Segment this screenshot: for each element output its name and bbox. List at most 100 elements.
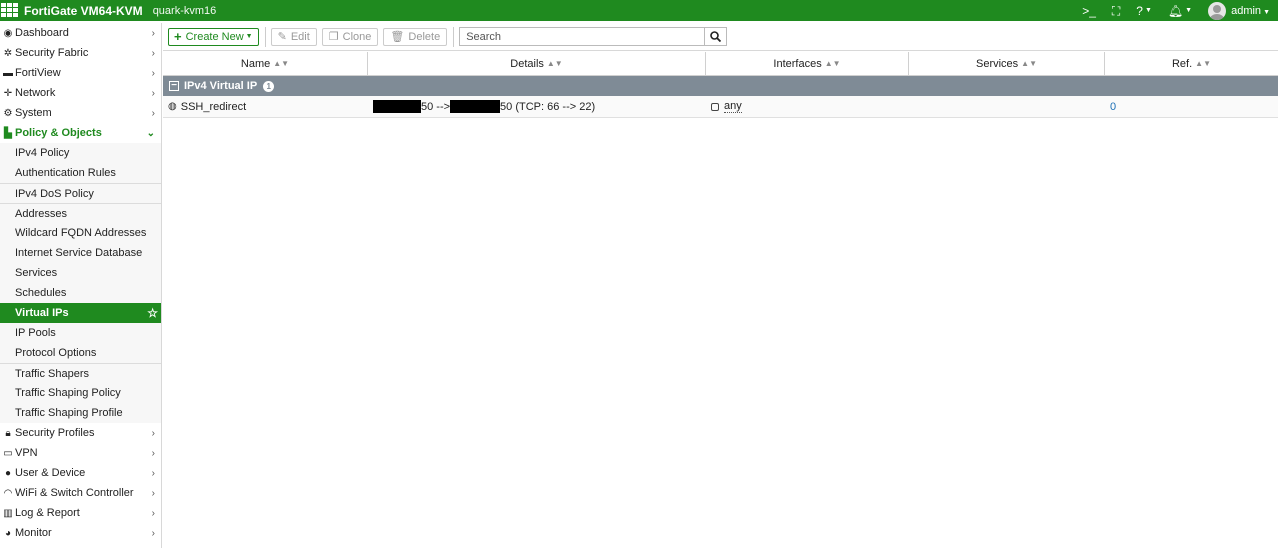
sidebar-subitem-internet-service-db[interactable]: Internet Service Database bbox=[0, 243, 161, 263]
sidebar-subitem-wildcard-fqdn[interactable]: Wildcard FQDN Addresses bbox=[0, 223, 161, 243]
group-header-ipv4-vip[interactable]: − IPv4 Virtual IP 1 bbox=[163, 76, 1278, 96]
create-new-button[interactable]: + Create New ▼ bbox=[168, 27, 259, 46]
sidebar-subitem-ip-pools[interactable]: IP Pools bbox=[0, 323, 161, 343]
collapse-icon[interactable]: − bbox=[169, 81, 179, 91]
sidebar-subitem-traffic-shapers[interactable]: Traffic Shapers bbox=[0, 363, 161, 383]
chevron-right-icon: › bbox=[151, 27, 155, 39]
policy-icon: ▙ bbox=[4, 127, 12, 139]
cell-ref: 0 bbox=[1105, 96, 1278, 117]
sidebar-item-fortiview[interactable]: ▬ FortiView › bbox=[0, 63, 161, 83]
avatar[interactable] bbox=[1208, 1, 1227, 20]
column-header-ref[interactable]: Ref. ▲▼ bbox=[1105, 52, 1278, 75]
sidebar-subitem-protocol-options[interactable]: Protocol Options bbox=[0, 343, 161, 363]
sort-icon: ▲▼ bbox=[546, 59, 563, 68]
cell-details: 50 --> 50 (TCP: 66 --> 22) bbox=[368, 96, 706, 117]
sidebar-subitem-label: Traffic Shaping Profile bbox=[15, 407, 123, 419]
plus-icon: + bbox=[174, 29, 182, 44]
bell-icon[interactable]: 🔔︎ ▼ bbox=[1168, 5, 1192, 17]
sidebar-subitem-services[interactable]: Services bbox=[0, 263, 161, 283]
sidebar-item-label: FortiView bbox=[15, 67, 61, 79]
clone-button[interactable]: ❐ Clone bbox=[321, 27, 379, 46]
sidebar-subitem-label: Wildcard FQDN Addresses bbox=[15, 227, 147, 239]
search-box bbox=[459, 27, 728, 46]
chevron-right-icon: › bbox=[151, 467, 155, 479]
sidebar-item-dashboard[interactable]: ◉ Dashboard › bbox=[0, 23, 161, 43]
sidebar-subitem-label: Virtual IPs bbox=[15, 307, 69, 319]
sidebar-subitem-schedules[interactable]: Schedules bbox=[0, 283, 161, 303]
sidebar-item-label: Security Fabric bbox=[15, 47, 89, 59]
network-icon: ✛ bbox=[3, 87, 13, 99]
toolbar-divider bbox=[453, 26, 455, 47]
edit-button[interactable]: ✎ Edit bbox=[270, 27, 317, 46]
sidebar-item-user-device[interactable]: ● User & Device › bbox=[0, 463, 161, 483]
sidebar-subitem-addresses[interactable]: Addresses bbox=[0, 203, 161, 223]
sidebar-subitem-traffic-shaping-profile[interactable]: Traffic Shaping Profile bbox=[0, 403, 161, 423]
sidebar-subitem-label: Services bbox=[15, 267, 58, 279]
virtual-ip-table: Name ▲▼ Details ▲▼ Interfaces ▲▼ Services ▲▼… bbox=[163, 52, 1278, 118]
column-header-services[interactable]: Services ▲▼ bbox=[909, 52, 1105, 75]
fortinet-logo-icon bbox=[0, 2, 20, 19]
table-header: Name ▲▼ Details ▲▼ Interfaces ▲▼ Services ▲▼… bbox=[163, 52, 1278, 76]
sidebar-item-label: System bbox=[15, 107, 52, 119]
sidebar-subitem-authentication-rules[interactable]: Authentication Rules bbox=[0, 163, 161, 183]
star-icon[interactable]: ☆ bbox=[147, 306, 158, 320]
chevron-right-icon: › bbox=[151, 47, 155, 59]
sidebar-subitem-label: Traffic Shaping Policy bbox=[15, 387, 121, 399]
cli-icon[interactable]: >_ bbox=[1082, 5, 1096, 17]
gear-icon: ⚙ bbox=[3, 107, 13, 119]
sidebar-item-label: WiFi & Switch Controller bbox=[15, 487, 134, 499]
chevron-down-icon: ⌄ bbox=[146, 127, 155, 139]
vip-icon: ◍ bbox=[168, 101, 177, 112]
sidebar-subitem-label: Internet Service Database bbox=[15, 247, 143, 259]
interface-icon bbox=[711, 102, 719, 111]
column-header-interfaces[interactable]: Interfaces ▲▼ bbox=[706, 52, 909, 75]
delete-button[interactable]: 🗑︎ Delete bbox=[383, 27, 448, 46]
sidebar-item-label: Monitor bbox=[15, 527, 52, 539]
edit-label: Edit bbox=[290, 30, 310, 43]
sidebar-item-security-fabric[interactable]: ✲ Security Fabric › bbox=[0, 43, 161, 63]
sidebar-item-network[interactable]: ✛ Network › bbox=[0, 83, 161, 103]
sidebar-item-system[interactable]: ⚙ System › bbox=[0, 103, 161, 123]
sidebar-item-label: Dashboard bbox=[15, 27, 69, 39]
ref-count-link[interactable]: 0 bbox=[1110, 101, 1116, 113]
delete-label: Delete bbox=[408, 30, 441, 43]
cell-name: ◍ SSH_redirect bbox=[163, 96, 368, 117]
sort-icon: ▲▼ bbox=[1195, 59, 1212, 68]
chevron-right-icon: › bbox=[151, 507, 155, 519]
sidebar-subitem-virtual-ips[interactable]: Virtual IPs ☆ bbox=[0, 303, 161, 323]
sidebar-subitem-ipv4-dos-policy[interactable]: IPv4 DoS Policy bbox=[0, 183, 161, 203]
user-menu[interactable]: admin ▼ bbox=[1231, 5, 1270, 17]
sidebar-subitem-label: Addresses bbox=[15, 207, 67, 220]
sidebar-item-monitor[interactable]: ◕ Monitor › bbox=[0, 523, 161, 543]
redacted-ip bbox=[373, 100, 421, 113]
sidebar-subitem-label: Schedules bbox=[15, 287, 67, 299]
dashboard-icon: ◉ bbox=[3, 27, 13, 39]
group-label: IPv4 Virtual IP bbox=[184, 80, 258, 92]
trash-icon: 🗑︎ bbox=[390, 31, 405, 43]
help-icon[interactable]: ? ▼ bbox=[1136, 5, 1152, 17]
lock-icon: 🔒︎ bbox=[5, 427, 11, 439]
search-icon bbox=[710, 31, 722, 42]
sidebar-subitem-ipv4-policy[interactable]: IPv4 Policy bbox=[0, 143, 161, 163]
sidebar-item-log-report[interactable]: ▥ Log & Report › bbox=[0, 503, 161, 523]
fullscreen-icon[interactable]: ⛶ bbox=[1112, 5, 1120, 17]
chevron-right-icon: › bbox=[151, 87, 155, 99]
sidebar-item-policy-objects[interactable]: ▙ Policy & Objects ⌄ bbox=[0, 123, 161, 143]
column-header-details[interactable]: Details ▲▼ bbox=[368, 52, 706, 75]
hostname: quark-kvm16 bbox=[152, 4, 217, 17]
table-row[interactable]: ◍ SSH_redirect 50 --> 50 (TCP: 66 --> 22… bbox=[163, 96, 1278, 118]
sort-icon: ▲▼ bbox=[1021, 59, 1038, 68]
sidebar-item-security-profiles[interactable]: 🔒︎ Security Profiles › bbox=[0, 423, 161, 443]
clone-icon: ❐ bbox=[328, 31, 339, 43]
sidebar-subitem-traffic-shaping-policy[interactable]: Traffic Shaping Policy bbox=[0, 383, 161, 403]
laptop-icon: ▭ bbox=[3, 447, 13, 459]
search-input[interactable] bbox=[460, 28, 705, 45]
chevron-right-icon: › bbox=[151, 487, 155, 499]
search-button[interactable] bbox=[704, 28, 726, 45]
product-name: FortiGate VM64-KVM bbox=[24, 3, 143, 18]
sidebar-item-vpn[interactable]: ▭ VPN › bbox=[0, 443, 161, 463]
sidebar-item-label: User & Device bbox=[15, 467, 86, 479]
column-header-name[interactable]: Name ▲▼ bbox=[163, 52, 368, 75]
create-new-label: Create New bbox=[185, 30, 244, 43]
sidebar-item-wifi-switch[interactable]: ◠ WiFi & Switch Controller › bbox=[0, 483, 161, 503]
